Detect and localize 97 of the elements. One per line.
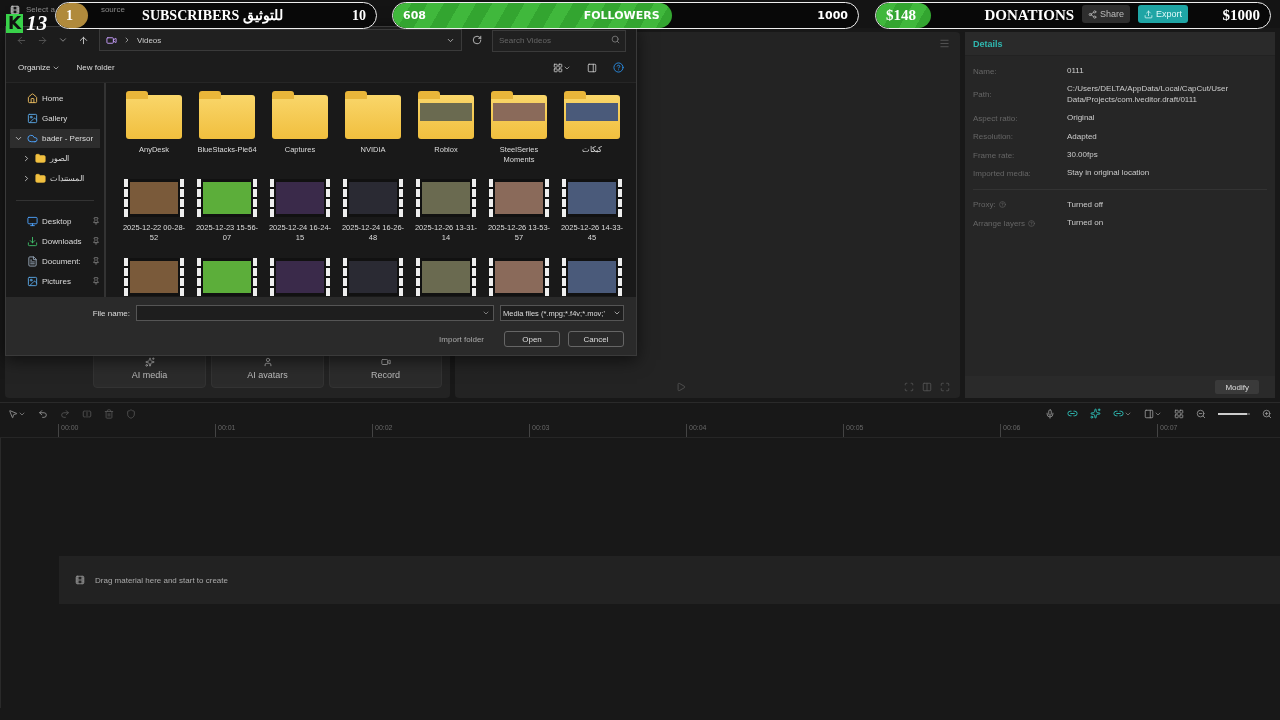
- goal-current: 1: [66, 7, 73, 24]
- desktop-icon: [27, 215, 38, 227]
- search-field[interactable]: Search Videos: [492, 29, 626, 52]
- goal-target: 10: [352, 7, 366, 24]
- documents-icon: [27, 255, 38, 267]
- history-chevron-icon[interactable]: [58, 35, 68, 45]
- video-thumbnail: [343, 179, 403, 218]
- video-thumbnail: [197, 179, 257, 218]
- select-tool-icon[interactable]: [8, 408, 26, 419]
- modify-button[interactable]: Modify: [1215, 380, 1259, 394]
- video-thumbnail: [562, 179, 622, 218]
- film-icon: [75, 575, 85, 585]
- preview-axis-icon[interactable]: [1144, 408, 1162, 419]
- nav-item[interactable]: Downloads: [10, 231, 100, 251]
- nav-item[interactable]: Gallery: [10, 109, 100, 129]
- folder-icon: [35, 153, 46, 165]
- title-text: source: [100, 5, 125, 14]
- upload-icon: [1144, 9, 1153, 19]
- nav-item[interactable]: Document:: [10, 251, 100, 271]
- undo-icon[interactable]: [38, 408, 48, 419]
- track-hint: Drag material here and start to create: [95, 575, 228, 585]
- detail-label: Name:: [973, 66, 997, 76]
- video-thumbnail: [124, 179, 184, 218]
- menu-icon: [939, 38, 950, 49]
- back-icon[interactable]: [16, 34, 27, 46]
- new-folder-button[interactable]: New folder: [76, 63, 115, 72]
- detail-value: 0111: [1067, 66, 1085, 77]
- delete-icon[interactable]: [104, 408, 114, 419]
- file-name-field[interactable]: [136, 305, 494, 321]
- cloud-icon: [27, 133, 38, 145]
- pin-icon: [92, 237, 100, 246]
- preview-pane-icon[interactable]: [587, 62, 597, 73]
- home-icon: [27, 93, 38, 105]
- forward-icon[interactable]: [37, 34, 48, 46]
- detail-value: Stay in original location: [1067, 168, 1151, 179]
- view-icon[interactable]: [553, 62, 571, 73]
- up-arrow-icon[interactable]: [78, 34, 89, 46]
- nav-item[interactable]: المستندات: [10, 169, 100, 189]
- goal-label: FOLLOWERS: [583, 9, 660, 22]
- goal-target: 1000: [817, 9, 848, 22]
- link-icon[interactable]: [1067, 408, 1078, 419]
- video-thumbnail: [270, 179, 330, 218]
- nav-item[interactable]: Pictures: [10, 271, 100, 291]
- goal-target: $1000: [1222, 7, 1260, 24]
- open-button[interactable]: Open: [504, 331, 560, 347]
- caret-icon[interactable]: [482, 309, 490, 317]
- caret-icon: [613, 309, 621, 317]
- logo-number: 13: [26, 14, 48, 33]
- refresh-icon[interactable]: [472, 35, 482, 45]
- video-thumbnail: [416, 179, 476, 218]
- pin-icon: [92, 217, 100, 226]
- help-icon[interactable]: [613, 62, 624, 73]
- play-icon: [675, 382, 686, 392]
- gallery-icon: [27, 113, 38, 125]
- panel-title: Details: [973, 38, 1003, 49]
- detail-value: Turned on: [1067, 218, 1105, 229]
- import-folder-button[interactable]: Import folder: [433, 333, 490, 345]
- goal-label: SUBSCRIBERS للتوثيق: [142, 7, 283, 24]
- pictures-icon: [27, 275, 38, 287]
- nav-item[interactable]: Home: [10, 89, 100, 109]
- zoom-in-icon[interactable]: [1262, 408, 1272, 419]
- address-bar[interactable]: Videos: [99, 29, 462, 51]
- nav-item[interactable]: الصور: [10, 149, 100, 169]
- nav-item[interactable]: Desktop: [10, 211, 100, 231]
- goal-current: $148: [886, 7, 916, 24]
- share-button[interactable]: Share: [1081, 5, 1130, 23]
- goal-label: DONATIONS: [984, 7, 1075, 24]
- goal-current: 608: [403, 9, 426, 22]
- detail-value: Turned off: [1067, 199, 1105, 211]
- organize-menu[interactable]: Organize: [18, 63, 61, 72]
- pin-icon: [92, 257, 100, 266]
- detail-value: 30.00fps: [1067, 149, 1099, 161]
- link-icon[interactable]: [1113, 408, 1132, 419]
- video-thumbnail: [489, 179, 549, 218]
- search-icon[interactable]: [611, 35, 620, 44]
- detail-value: Adapted: [1067, 131, 1098, 142]
- app-logo-icon: [10, 5, 20, 15]
- pin-icon: [92, 277, 100, 286]
- sparkle-icon: [144, 356, 155, 367]
- folder-icon: [35, 173, 46, 185]
- person-icon: [262, 356, 273, 367]
- cancel-button[interactable]: Cancel: [568, 331, 624, 347]
- nav-item[interactable]: bader - Persor: [10, 129, 100, 149]
- crop-icon: [904, 382, 914, 392]
- downloads-icon: [27, 235, 38, 247]
- camera-icon: [380, 356, 391, 367]
- detail-label: Proxy:: [973, 200, 996, 210]
- share-icon: [1087, 9, 1097, 19]
- zoom-out-icon[interactable]: [1196, 408, 1206, 419]
- empty-track[interactable]: Drag material here and start to create: [59, 556, 1280, 604]
- field-label: File name:: [92, 308, 130, 318]
- title-text: Select a: [26, 5, 55, 14]
- logo-letter: K: [6, 14, 24, 33]
- detail-value: C:/Users/DELTA/AppData/Local/CapCut/User Data/Projects/com.lveditor.draft/0111: [1067, 84, 1230, 106]
- detail-value: Original: [1067, 113, 1096, 124]
- microphone-icon[interactable]: [1045, 408, 1055, 419]
- fullscreen-icon: [940, 382, 950, 392]
